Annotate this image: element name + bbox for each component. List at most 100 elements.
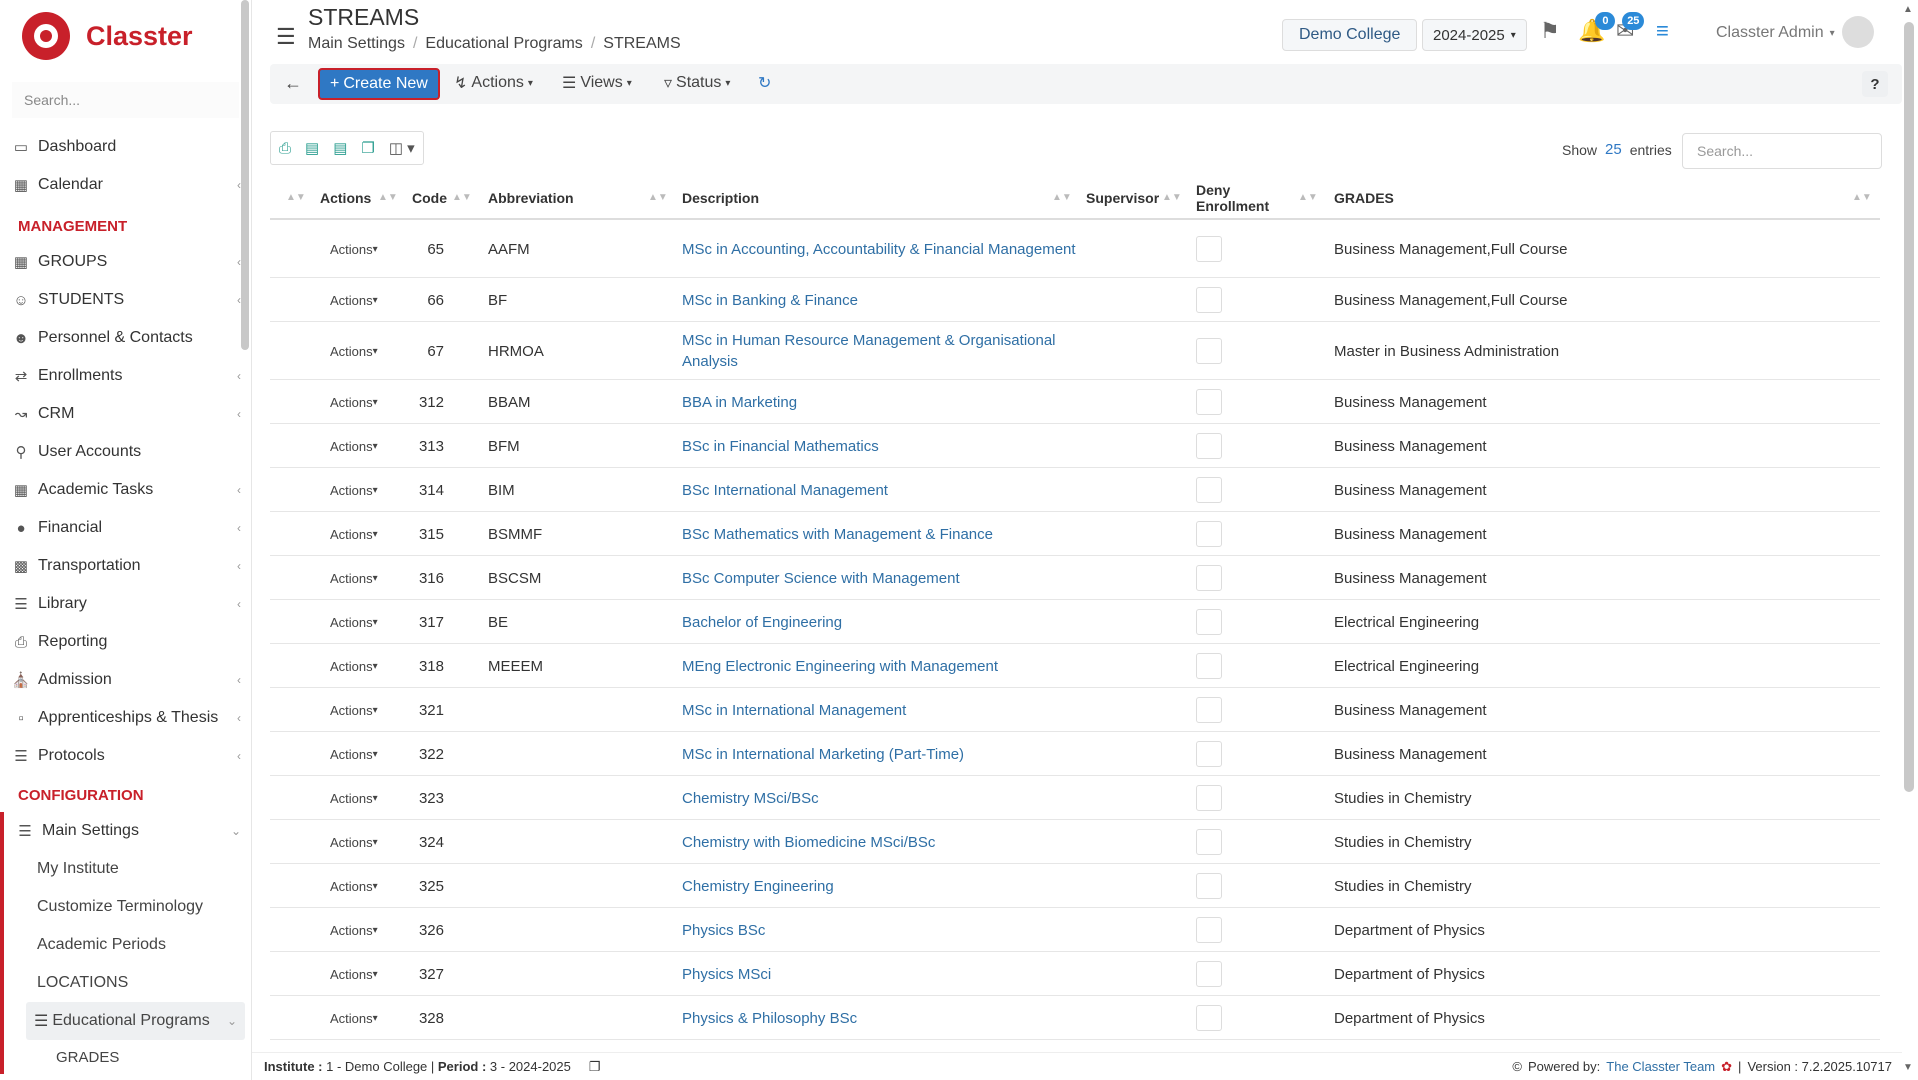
sort-icon[interactable]: ▲▼ xyxy=(1298,192,1318,203)
checkbox-box[interactable] xyxy=(1196,609,1222,635)
sidebar-sub-my-institute[interactable]: My Institute xyxy=(4,850,251,888)
sidebar-sub-grades[interactable]: GRADES xyxy=(4,1040,251,1074)
sidebar-item-personnel-contacts[interactable]: ☻ Personnel & Contacts xyxy=(0,319,251,357)
sidebar-item-financial[interactable]: ● Financial ‹ xyxy=(0,509,251,547)
help-button[interactable]: ? xyxy=(1862,71,1888,97)
row-actions-dropdown[interactable]: Actions xyxy=(330,322,378,380)
sidebar-item-dashboard[interactable]: ▭ Dashboard xyxy=(0,128,251,166)
checkbox-box[interactable] xyxy=(1196,477,1222,503)
row-description-link[interactable]: Chemistry MSci/BSc xyxy=(682,776,1082,820)
sidebar-item-groups[interactable]: ▦ GROUPS ‹ xyxy=(0,243,251,281)
deny-enrollment-checkbox[interactable] xyxy=(1196,424,1222,468)
row-description-link[interactable]: Chemistry Engineering xyxy=(682,864,1082,908)
row-description-link[interactable]: BBA in Marketing xyxy=(682,380,1082,424)
sidebar-search-input[interactable]: Search... xyxy=(12,82,239,118)
row-description-link[interactable]: Physics & Philosophy BSc xyxy=(682,996,1082,1040)
row-description-link[interactable]: BSc Computer Science with Management xyxy=(682,556,1082,600)
deny-enrollment-checkbox[interactable] xyxy=(1196,556,1222,600)
checkbox-box[interactable] xyxy=(1196,653,1222,679)
checkbox-box[interactable] xyxy=(1196,521,1222,547)
user-menu[interactable]: Classter Admin ▾ xyxy=(1716,24,1835,42)
scroll-up-icon[interactable]: ▲ xyxy=(1903,4,1913,15)
row-actions-dropdown[interactable]: Actions xyxy=(330,644,378,688)
deny-enrollment-checkbox[interactable] xyxy=(1196,380,1222,424)
breadcrumb-educational-programs[interactable]: Educational Programs xyxy=(425,35,582,53)
row-description-link[interactable]: BSc Mathematics with Management & Financ… xyxy=(682,512,1082,556)
checkbox-box[interactable] xyxy=(1196,1005,1222,1031)
deny-enrollment-checkbox[interactable] xyxy=(1196,278,1222,322)
checkbox-box[interactable] xyxy=(1196,741,1222,767)
deny-enrollment-checkbox[interactable] xyxy=(1196,820,1222,864)
row-description-link[interactable]: MSc in International Management xyxy=(682,688,1082,732)
checkbox-box[interactable] xyxy=(1196,829,1222,855)
views-dropdown[interactable]: ☰ Views ▾ xyxy=(562,73,632,93)
checkbox-box[interactable] xyxy=(1196,785,1222,811)
row-actions-dropdown[interactable]: Actions xyxy=(330,732,378,776)
sidebar-item-students[interactable]: ☺ STUDENTS ‹ xyxy=(0,281,251,319)
sidebar-item-calendar[interactable]: ▦ Calendar ‹ xyxy=(0,166,251,204)
sidebar-item-admission[interactable]: ⛪ Admission ‹ xyxy=(0,661,251,699)
deny-enrollment-checkbox[interactable] xyxy=(1196,468,1222,512)
checkbox-box[interactable] xyxy=(1196,873,1222,899)
row-description-link[interactable]: BSc International Management xyxy=(682,468,1082,512)
deny-enrollment-checkbox[interactable] xyxy=(1196,688,1222,732)
row-actions-dropdown[interactable]: Actions xyxy=(330,220,378,278)
deny-enrollment-checkbox[interactable] xyxy=(1196,644,1222,688)
column-header-abbreviation[interactable]: Abbreviation xyxy=(488,176,574,220)
sidebar-item-enrollments[interactable]: ⇄ Enrollments ‹ xyxy=(0,357,251,395)
sort-icon[interactable]: ▲▼ xyxy=(286,192,306,203)
row-actions-dropdown[interactable]: Actions xyxy=(330,278,378,322)
row-description-link[interactable]: Chemistry with Biomedicine MSci/BSc xyxy=(682,820,1082,864)
create-new-button[interactable]: + Create New xyxy=(318,68,440,100)
sidebar-item-user-accounts[interactable]: ⚲ User Accounts xyxy=(0,433,251,471)
deny-enrollment-checkbox[interactable] xyxy=(1196,952,1222,996)
status-dropdown[interactable]: ▿ Status ▾ xyxy=(664,73,730,93)
sidebar-item-apprenticeships-thesis[interactable]: ▫ Apprenticeships & Thesis ‹ xyxy=(0,699,251,737)
sidebar-sub-academic-periods[interactable]: Academic Periods xyxy=(4,926,251,964)
checkbox-box[interactable] xyxy=(1196,338,1222,364)
sidebar-scrollbar[interactable] xyxy=(241,0,249,350)
deny-enrollment-checkbox[interactable] xyxy=(1196,512,1222,556)
row-description-link[interactable]: MSc in Accounting, Accountability & Fina… xyxy=(682,220,1082,278)
row-actions-dropdown[interactable]: Actions xyxy=(330,468,378,512)
brand-logo[interactable]: Classter xyxy=(0,0,251,72)
hamburger-menu-icon[interactable]: ☰ xyxy=(276,24,296,50)
actions-dropdown[interactable]: ↯ Actions ▾ xyxy=(454,73,533,93)
sort-icon[interactable]: ▲▼ xyxy=(648,192,668,203)
entries-count-select[interactable]: 25 xyxy=(1605,141,1622,158)
envelope-icon[interactable]: ✉ 25 xyxy=(1616,12,1645,44)
checkbox-box[interactable] xyxy=(1196,697,1222,723)
page-scrollbar[interactable] xyxy=(1904,22,1914,792)
checkbox-box[interactable] xyxy=(1196,287,1222,313)
bell-icon[interactable]: 🔔 0 xyxy=(1578,12,1616,44)
copy-icon[interactable]: ❐ xyxy=(589,1059,601,1075)
sort-icon[interactable]: ▲▼ xyxy=(452,192,472,203)
sidebar-item-crm[interactable]: ↝ CRM ‹ xyxy=(0,395,251,433)
sidebar-item-library[interactable]: ☰ Library ‹ xyxy=(0,585,251,623)
deny-enrollment-checkbox[interactable] xyxy=(1196,864,1222,908)
column-header-actions[interactable]: Actions xyxy=(320,176,371,220)
sidebar-item-academic-tasks[interactable]: ▦ Academic Tasks ‹ xyxy=(0,471,251,509)
checkbox-box[interactable] xyxy=(1196,389,1222,415)
column-header-code[interactable]: Code xyxy=(412,176,447,220)
deny-enrollment-checkbox[interactable] xyxy=(1196,322,1222,380)
csv-icon[interactable]: ▤ xyxy=(333,139,347,157)
row-actions-dropdown[interactable]: Actions xyxy=(330,908,378,952)
column-header-description[interactable]: Description xyxy=(682,176,759,220)
layers-plus-icon[interactable]: ≡ xyxy=(1656,18,1669,44)
deny-enrollment-checkbox[interactable] xyxy=(1196,996,1222,1040)
row-actions-dropdown[interactable]: Actions xyxy=(330,996,378,1040)
sidebar-sub-locations[interactable]: LOCATIONS xyxy=(4,964,251,1002)
row-actions-dropdown[interactable]: Actions xyxy=(330,424,378,468)
row-description-link[interactable]: BSc in Financial Mathematics xyxy=(682,424,1082,468)
classter-team-link[interactable]: The Classter Team xyxy=(1606,1059,1715,1074)
sidebar-sub-educational-programs[interactable]: ☰ Educational Programs ⌄ xyxy=(26,1002,245,1040)
row-actions-dropdown[interactable]: Actions xyxy=(330,600,378,644)
sidebar-item-main-settings[interactable]: ☰ Main Settings ⌄ xyxy=(4,812,251,850)
row-description-link[interactable]: MSc in Human Resource Management & Organ… xyxy=(682,322,1082,380)
scroll-down-icon[interactable]: ▼ xyxy=(1903,1062,1913,1073)
row-actions-dropdown[interactable]: Actions xyxy=(330,864,378,908)
deny-enrollment-checkbox[interactable] xyxy=(1196,908,1222,952)
column-header-supervisor[interactable]: Supervisor xyxy=(1086,176,1159,220)
sort-icon[interactable]: ▲▼ xyxy=(1162,192,1182,203)
